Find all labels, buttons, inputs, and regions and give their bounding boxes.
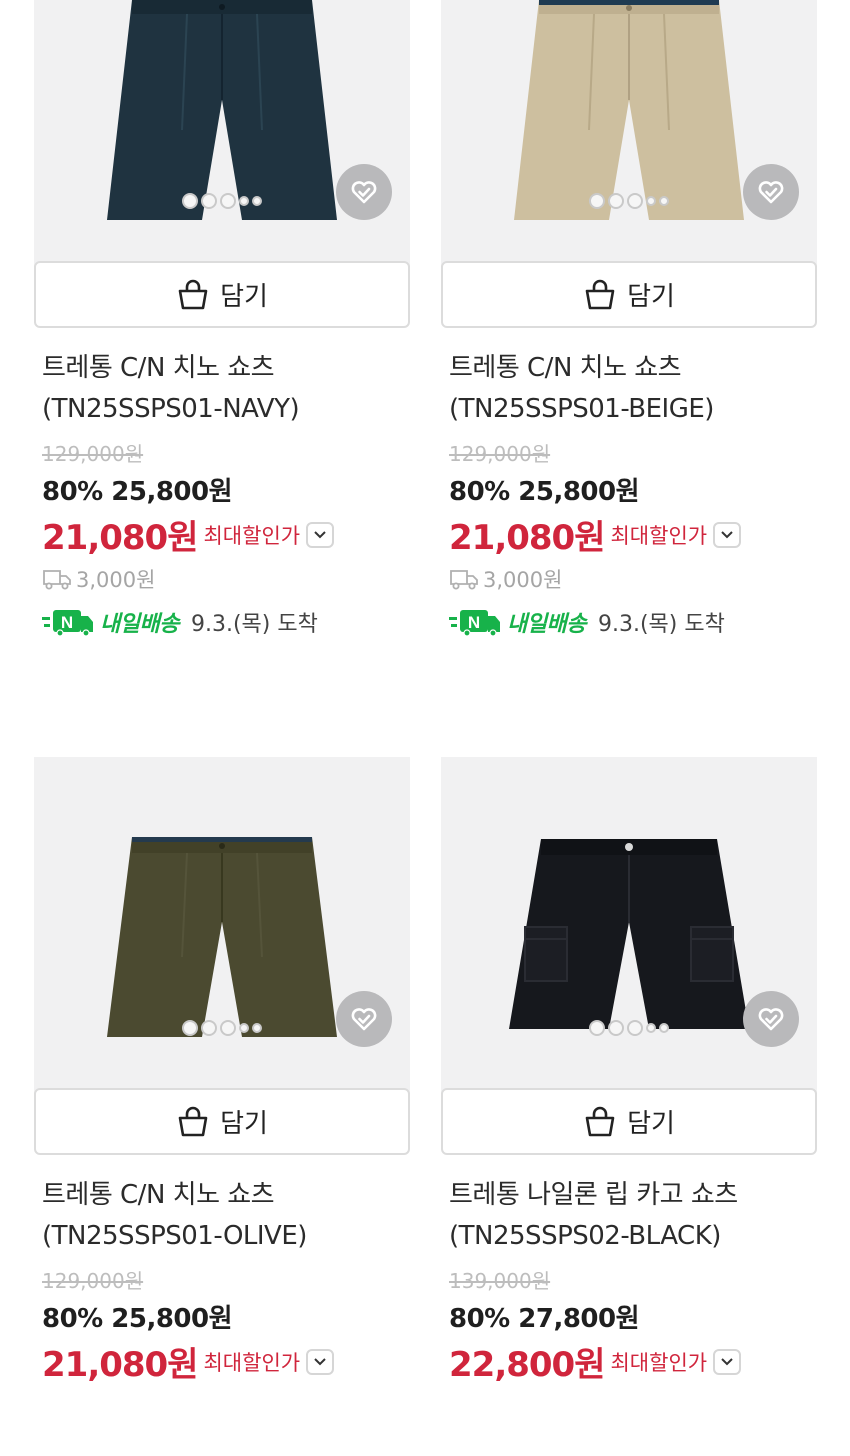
wishlist-button[interactable]: [336, 991, 392, 1047]
discount-price: 80% 25,800원: [42, 477, 233, 507]
discount-price: 80% 27,800원: [449, 1304, 640, 1334]
chevron-down-icon[interactable]: [713, 521, 742, 548]
product-name-line1: 트레통 나일론 립 카고 쇼츠: [449, 1180, 738, 1210]
original-price: 129,000원: [449, 442, 551, 466]
pager-dot: [627, 1020, 643, 1036]
add-to-cart-button[interactable]: 담기: [441, 1088, 817, 1155]
pager-dot: [646, 196, 656, 206]
original-price: 129,000원: [42, 1269, 144, 1293]
pager-dot: [220, 1020, 236, 1036]
pager-dot: [182, 193, 198, 209]
tomorrow-delivery-row: N 내일배송 9.3.(목) 도착: [449, 606, 725, 638]
max-discount-price: 21,080원: [42, 1345, 198, 1385]
pager-dot: [252, 1023, 262, 1033]
max-discount-price: 21,080원: [42, 518, 198, 558]
wishlist-button[interactable]: [743, 164, 799, 220]
product-name-line2: (TN25SSPS01-BEIGE): [449, 394, 714, 424]
max-discount-row: 21,080원 최대할인가: [42, 510, 335, 559]
heart-check-icon: [351, 181, 377, 204]
shopping-bag-icon: [585, 279, 615, 309]
pager-dot: [182, 1020, 198, 1036]
product-image[interactable]: [441, 757, 817, 1133]
product-name-line1: 트레통 C/N 치노 쇼츠: [42, 1180, 275, 1210]
shipping-fee: 3,000원: [483, 568, 563, 592]
product-name-line2: (TN25SSPS01-OLIVE): [42, 1221, 307, 1251]
heart-check-icon: [758, 1008, 784, 1031]
shopping-bag-icon: [178, 1106, 208, 1136]
pager-dot: [589, 193, 605, 209]
discount-price: 80% 25,800원: [42, 1304, 233, 1334]
cart-button-label: 담기: [220, 282, 268, 312]
black-cargo-shorts-image: [509, 839, 749, 1029]
shipping-row: 3,000원: [449, 564, 562, 594]
arrival-date: 9.3.(목) 도착: [597, 612, 725, 637]
heart-check-icon: [351, 1008, 377, 1031]
cart-button-label: 담기: [627, 1109, 675, 1139]
add-to-cart-button[interactable]: 담기: [34, 261, 410, 328]
pager-dot: [220, 193, 236, 209]
cart-button-label: 담기: [220, 1109, 268, 1139]
tomorrow-badge-letter: N: [468, 613, 480, 632]
pager-dot: [252, 196, 262, 206]
product-name-line2: (TN25SSPS02-BLACK): [449, 1221, 721, 1251]
pager-dot: [589, 1020, 605, 1036]
tomorrow-delivery-row: N 내일배송 9.3.(목) 도착: [42, 606, 318, 638]
shopping-bag-icon: [585, 1106, 615, 1136]
max-discount-label: 최대할인가: [610, 523, 708, 548]
pager-dot: [201, 1020, 217, 1036]
max-discount-label: 최대할인가: [203, 523, 301, 548]
pager-dot: [201, 193, 217, 209]
product-name-line2: (TN25SSPS01-NAVY): [42, 394, 300, 424]
chevron-down-icon[interactable]: [713, 1348, 742, 1375]
cart-button-label: 담기: [627, 282, 675, 312]
heart-check-icon: [758, 181, 784, 204]
chevron-down-icon[interactable]: [306, 1348, 335, 1375]
product-name-line1: 트레통 C/N 치노 쇼츠: [42, 353, 275, 383]
product-name[interactable]: 트레통 C/N 치노 쇼츠 (TN25SSPS01-NAVY): [42, 348, 410, 430]
shopping-bag-icon: [178, 279, 208, 309]
product-name[interactable]: 트레통 나일론 립 카고 쇼츠 (TN25SSPS02-BLACK): [449, 1175, 817, 1257]
max-discount-price: 21,080원: [449, 518, 605, 558]
tomorrow-delivery-label: 내일배송: [100, 612, 179, 637]
shipping-row: 3,000원: [42, 564, 155, 594]
max-discount-label: 최대할인가: [203, 1350, 301, 1375]
pager-dot: [659, 196, 669, 206]
shipping-fee: 3,000원: [76, 568, 156, 592]
max-discount-row: 21,080원 최대할인가: [42, 1337, 335, 1386]
product-image[interactable]: [34, 757, 410, 1133]
max-discount-row: 21,080원 최대할인가: [449, 510, 742, 559]
tomorrow-delivery-icon: N: [42, 610, 93, 637]
original-price: 129,000원: [42, 442, 144, 466]
pager-dot: [239, 1023, 249, 1033]
tomorrow-badge-letter: N: [61, 613, 73, 632]
pager-dot: [608, 193, 624, 209]
chevron-down-icon[interactable]: [306, 521, 335, 548]
wishlist-button[interactable]: [336, 164, 392, 220]
max-discount-label: 최대할인가: [610, 1350, 708, 1375]
pager-dot: [627, 193, 643, 209]
original-price: 139,000원: [449, 1269, 551, 1293]
tomorrow-delivery-icon: N: [449, 610, 500, 637]
pager-dot: [239, 196, 249, 206]
pager-dot: [646, 1023, 656, 1033]
delivery-truck-icon: [450, 570, 478, 590]
product-name[interactable]: 트레통 C/N 치노 쇼츠 (TN25SSPS01-OLIVE): [42, 1175, 410, 1257]
delivery-truck-icon: [43, 570, 71, 590]
wishlist-button[interactable]: [743, 991, 799, 1047]
add-to-cart-button[interactable]: 담기: [34, 1088, 410, 1155]
pager-dot: [659, 1023, 669, 1033]
tomorrow-delivery-label: 내일배송: [507, 612, 586, 637]
max-discount-row: 22,800원 최대할인가: [449, 1337, 742, 1386]
arrival-date: 9.3.(목) 도착: [190, 612, 318, 637]
add-to-cart-button[interactable]: 담기: [441, 261, 817, 328]
discount-price: 80% 25,800원: [449, 477, 640, 507]
product-name-line1: 트레통 C/N 치노 쇼츠: [449, 353, 682, 383]
product-name[interactable]: 트레통 C/N 치노 쇼츠 (TN25SSPS01-BEIGE): [449, 348, 817, 430]
max-discount-price: 22,800원: [449, 1345, 605, 1385]
olive-shorts-image: [107, 837, 337, 1037]
pager-dot: [608, 1020, 624, 1036]
